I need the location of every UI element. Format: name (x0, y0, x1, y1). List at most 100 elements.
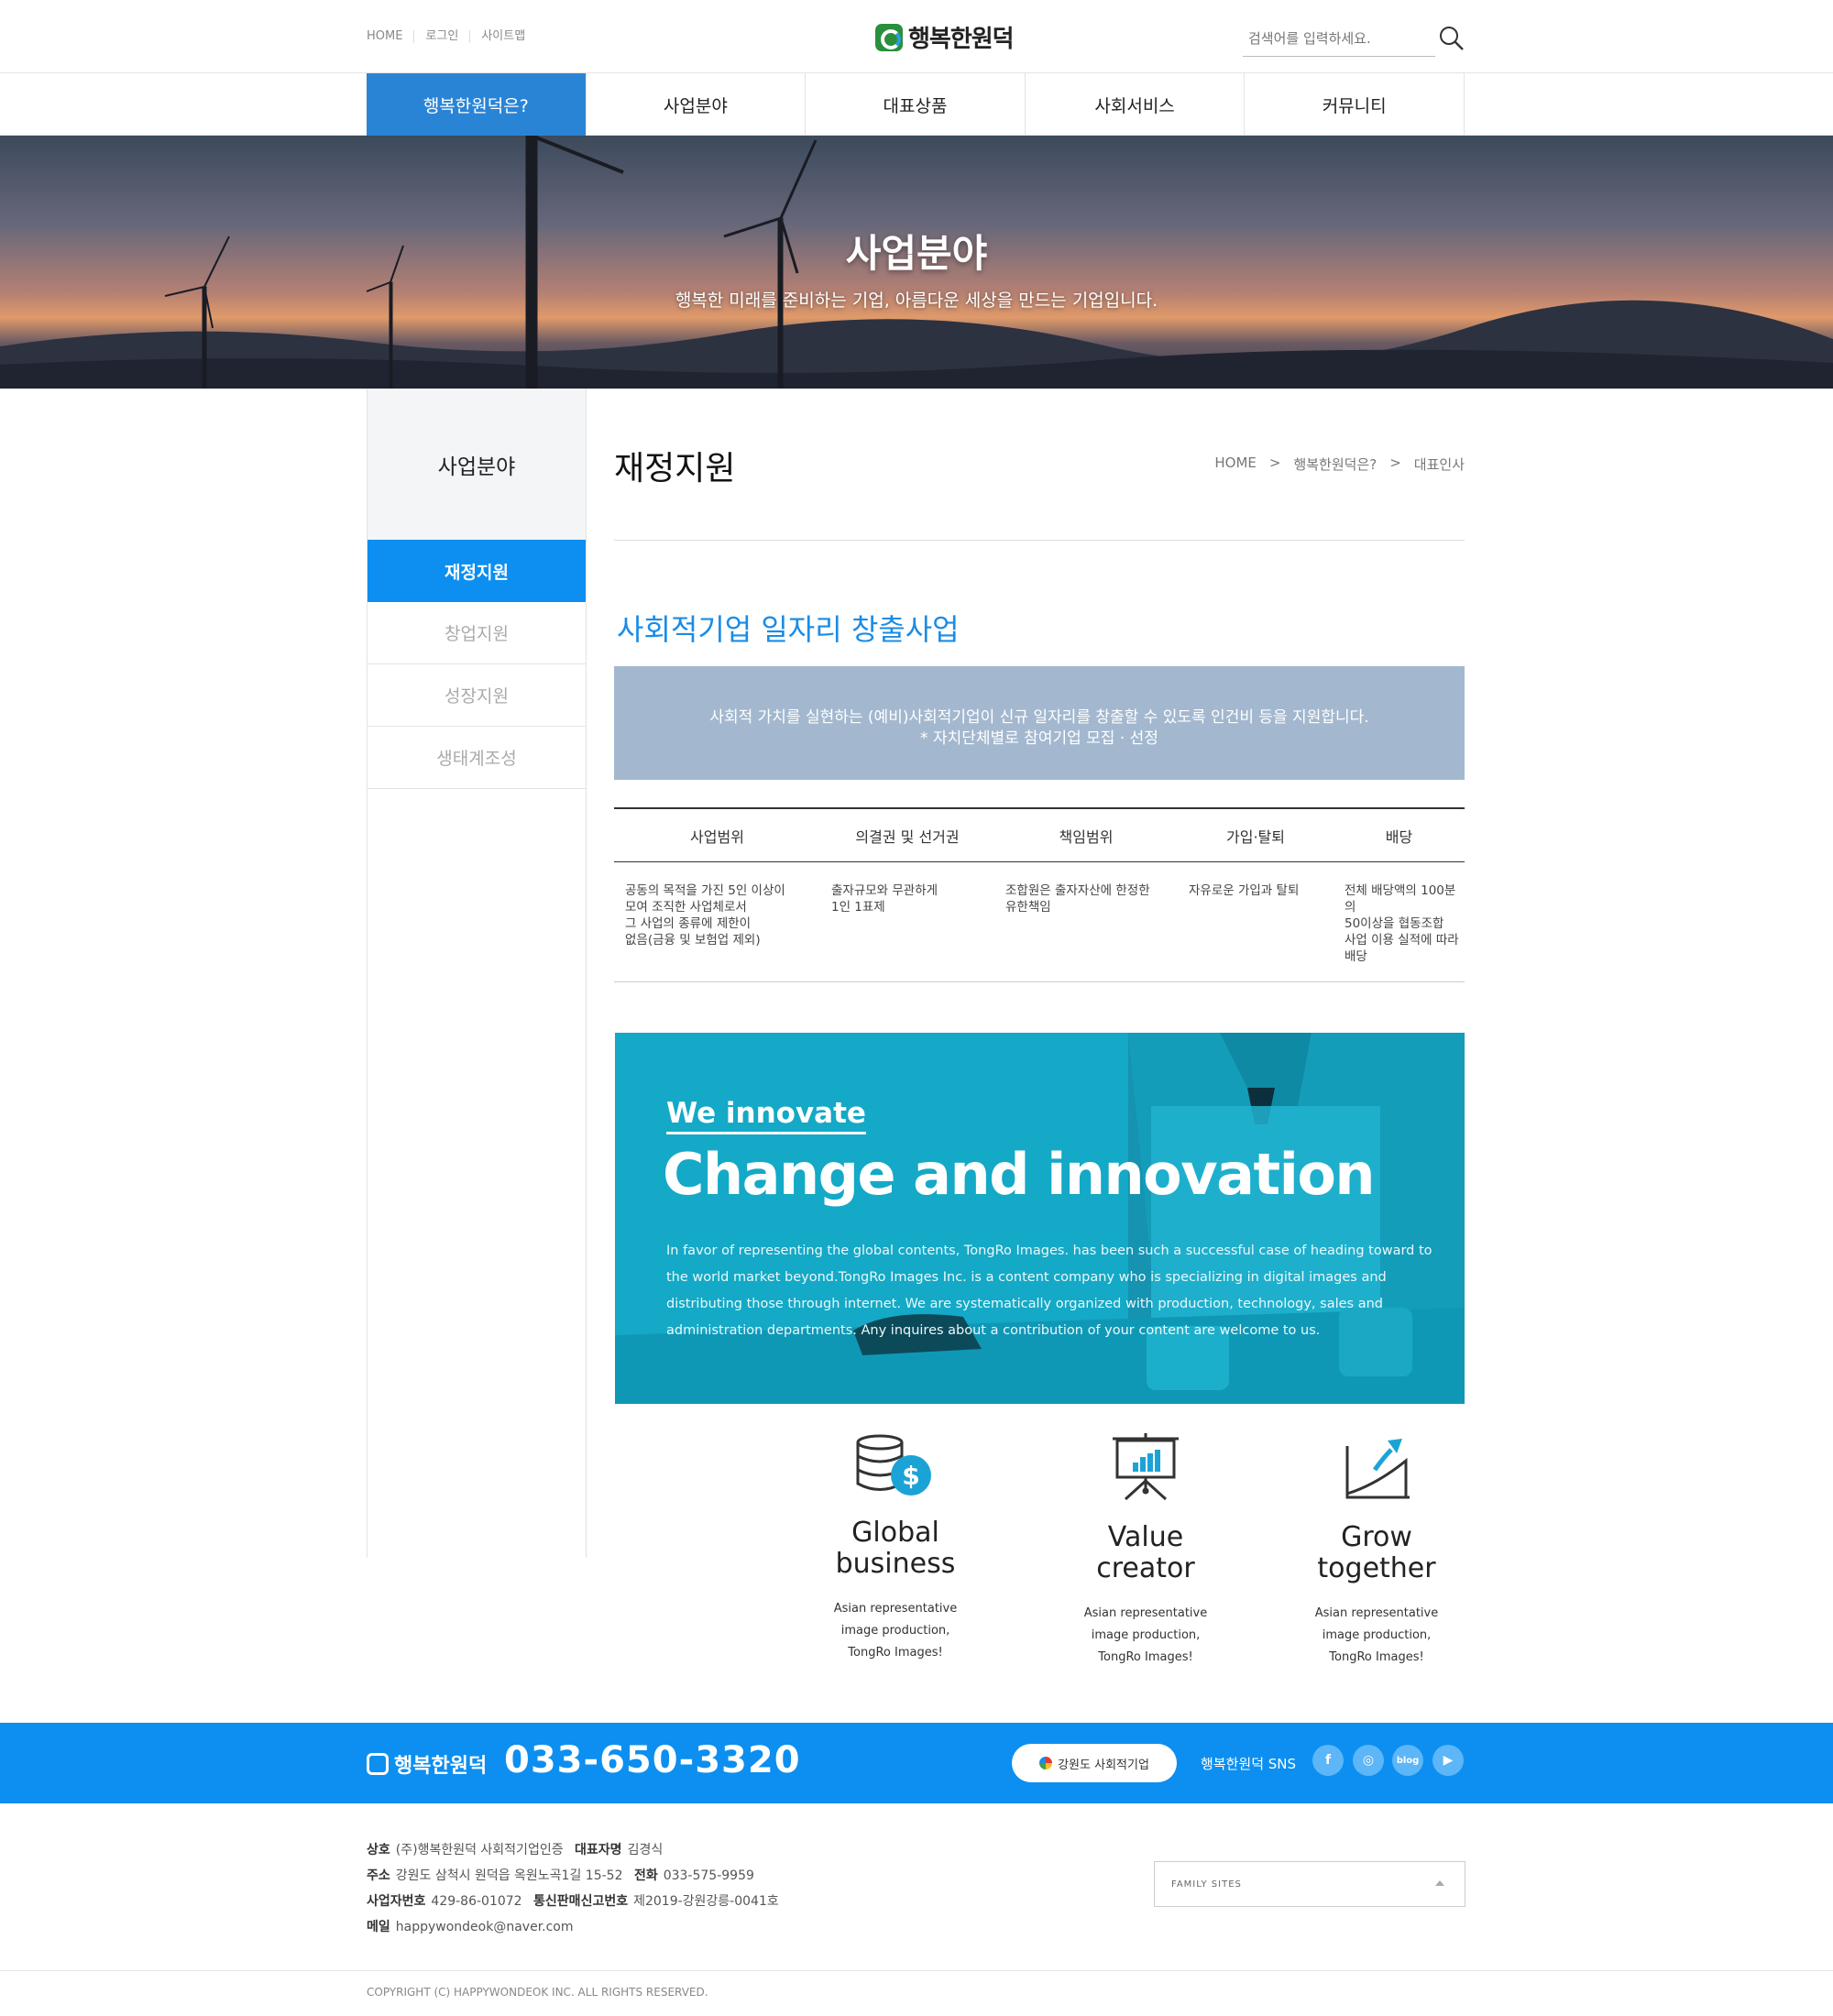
table-cell: 전체 배당액의 100분의 50이상을 협동조합 사업 이용 실적에 따라 배당 (1334, 882, 1465, 981)
nav-item-products[interactable]: 대표상품 (805, 73, 1025, 136)
logo-text: 행복한원덕 (908, 26, 1015, 53)
search-input[interactable] (1243, 22, 1408, 55)
side-menu-item-growth-support[interactable]: 성장지원 (368, 664, 586, 727)
banner-body: In favor of representing the global cont… (666, 1244, 1432, 1338)
feature-desc-line: image production, (1091, 1628, 1201, 1642)
side-menu-item-ecosystem[interactable]: 생태계조성 (368, 727, 586, 789)
table-cell-line: 배당 (1345, 949, 1367, 964)
feature-desc-line: image production, (1322, 1628, 1432, 1642)
breadcrumb-current: 대표인사 (1413, 456, 1465, 473)
table-cell-line: 공동의 목적을 가진 5인 이상이 (625, 883, 785, 898)
breadcrumb-separator: > (1268, 455, 1281, 471)
side-menu-item-startup-support[interactable]: 창업지원 (368, 602, 586, 664)
banner-kicker: We innovate (666, 1097, 866, 1134)
info-label: 대표자명 (575, 1843, 622, 1857)
footer-logo[interactable]: 행복한원덕 (367, 1749, 487, 1779)
info-value: 033-575-9959 (663, 1868, 754, 1883)
company-info-row: 상호 (주)행복한원덕 사회적기업인증 대표자명 김경식 (367, 1837, 779, 1863)
main-navigation: 행복한원덕은? 사업분야 대표상품 사회서비스 커뮤니티 (0, 73, 1833, 136)
table-header: 사업범위 의결권 및 선거권 책임범위 가입·탈퇴 배당 (614, 809, 1465, 862)
table-cell-line: 사업 이용 실적에 따라 (1345, 933, 1459, 948)
footer-logo-text: 행복한원덕 (394, 1755, 488, 1778)
nav-item-about[interactable]: 행복한원덕은? (367, 73, 586, 136)
social-enterprise-badge[interactable]: 강원도 사회적기업 (1012, 1744, 1177, 1782)
info-box: 사회적 가치를 실현하는 (예비)사회적기업이 신규 일자리를 창출할 수 있도… (614, 666, 1465, 780)
info-box-note: * 자치단체별로 참여기업 모집 · 선정 (920, 729, 1158, 748)
businessman-photo (615, 1033, 1465, 1404)
site-logo[interactable]: 행복한원덕 (875, 20, 1015, 54)
feature-title-line: Value (1107, 1521, 1184, 1553)
feature-desc-line: TongRo Images! (1329, 1650, 1424, 1664)
comparison-table: 사업범위 의결권 및 선거권 책임범위 가입·탈퇴 배당 공동의 목적을 가진 … (614, 807, 1465, 982)
info-label: 주소 (367, 1868, 390, 1883)
footer-logo-mark-icon (367, 1753, 389, 1775)
table-cell-line: 모여 조직한 사업체로서 (625, 900, 747, 915)
home-link[interactable]: HOME (367, 30, 413, 43)
feature-value-creator: Value creator Asian representative image… (1040, 1433, 1251, 1669)
instagram-icon[interactable]: ◎ (1353, 1745, 1384, 1776)
feature-desc-line: TongRo Images! (1098, 1650, 1193, 1664)
table-header-cell: 가입·탈퇴 (1226, 827, 1285, 846)
feature-description: Asian representative image production, T… (1271, 1603, 1482, 1669)
blog-icon[interactable]: blog (1392, 1745, 1423, 1776)
search-icon[interactable] (1439, 26, 1465, 51)
table-cell-line: 조합원은 출자자산에 한정한 (1005, 883, 1150, 898)
breadcrumb: HOME > 행복한원덕은? > 대표인사 (1214, 455, 1465, 474)
search-box (1243, 22, 1435, 57)
copyright: COPYRIGHT (C) HAPPYWONDEOK INC. ALL RIGH… (367, 1986, 708, 1999)
info-label: 전화 (633, 1868, 658, 1883)
hero-subtitle: 행복한 미래를 준비하는 기업, 아름다운 세상을 만드는 기업입니다. (675, 290, 1158, 311)
info-value: 김경식 (627, 1843, 664, 1857)
feature-title: Value creator (1040, 1522, 1251, 1584)
feature-title-line: creator (1096, 1552, 1195, 1584)
table-header-cell: 배당 (1385, 827, 1413, 846)
presentation-chart-icon (1113, 1433, 1179, 1501)
info-label: 통신판매신고번호 (533, 1894, 629, 1909)
top-bar: HOME 로그인 사이트맵 행복한원덕 (0, 0, 1833, 73)
logo-mark-icon (875, 23, 903, 51)
sitemap-link[interactable]: 사이트맵 (469, 30, 536, 43)
nav-item-business[interactable]: 사업분야 (585, 73, 806, 136)
feature-grow-together: Grow together Asian representative image… (1271, 1433, 1482, 1669)
svg-text:$: $ (902, 1461, 919, 1491)
table-cell-line: 유한책임 (1005, 900, 1051, 915)
feature-title-line: together (1317, 1552, 1436, 1584)
facebook-icon[interactable]: f (1312, 1745, 1344, 1776)
footer-contact-bar: 행복한원덕 033-650-3320 강원도 사회적기업 행복한원덕 SNS f… (0, 1723, 1833, 1803)
side-menu-title: 사업분야 (368, 389, 586, 540)
family-sites-select[interactable]: FAMILY SITES (1154, 1861, 1465, 1907)
info-label: 상호 (367, 1843, 390, 1857)
breadcrumb-home[interactable]: HOME (1214, 455, 1257, 474)
feature-desc-line: TongRo Images! (848, 1646, 943, 1660)
login-link[interactable]: 로그인 (413, 30, 469, 43)
nav-item-community[interactable]: 커뮤니티 (1244, 73, 1464, 136)
table-cell: 조합원은 출자자산에 한정한 유한책임 (994, 882, 1178, 981)
table-header-cell: 사업범위 (690, 827, 744, 846)
feature-title: Grow together (1271, 1522, 1482, 1584)
feature-title-line: business (835, 1548, 956, 1580)
social-enterprise-logo-icon (1039, 1757, 1053, 1769)
feature-global-business: $ Global business Asian representative i… (790, 1433, 1001, 1664)
innovation-banner: We innovate Change and innovation In fav… (615, 1033, 1465, 1404)
company-info: 상호 (주)행복한원덕 사회적기업인증 대표자명 김경식 주소 강원도 삼척시 원덕읍… (367, 1837, 779, 1940)
footer-divider (0, 1970, 1833, 1971)
table-cell-line: 1인 1표제 (831, 900, 885, 915)
page-title: 재정지원 (614, 450, 736, 488)
company-info-row: 주소 강원도 삼척시 원덕읍 옥원노곡1길 15-52 전화 033-575-995… (367, 1863, 779, 1889)
feature-desc-line: Asian representative (1314, 1606, 1439, 1620)
section-title: 사회적기업 일자리 창출사업 (617, 612, 960, 647)
utility-links: HOME 로그인 사이트맵 (367, 30, 536, 43)
table-cell-line: 출자규모와 무관하게 (831, 883, 938, 898)
breadcrumb-level1[interactable]: 행복한원덕은? (1293, 455, 1377, 474)
table-cell: 공동의 목적을 가진 5인 이상이 모여 조직한 사업체로서 그 사업의 종류에… (614, 882, 820, 981)
side-menu-item-financial-support[interactable]: 재정지원 (368, 540, 586, 602)
nav-item-social-service[interactable]: 사회서비스 (1024, 73, 1245, 136)
info-label: 메일 (367, 1920, 390, 1934)
family-sites-label: FAMILY SITES (1171, 1879, 1242, 1890)
title-divider (614, 540, 1465, 541)
youtube-icon[interactable]: ▶ (1432, 1745, 1464, 1776)
growth-chart-icon (1345, 1439, 1410, 1499)
info-value: (주)행복한원덕 사회적기업인증 (395, 1843, 564, 1857)
table-cell-line: 그 사업의 종류에 제한이 (625, 916, 752, 931)
table-header-cell: 의결권 및 선거권 (855, 827, 960, 846)
